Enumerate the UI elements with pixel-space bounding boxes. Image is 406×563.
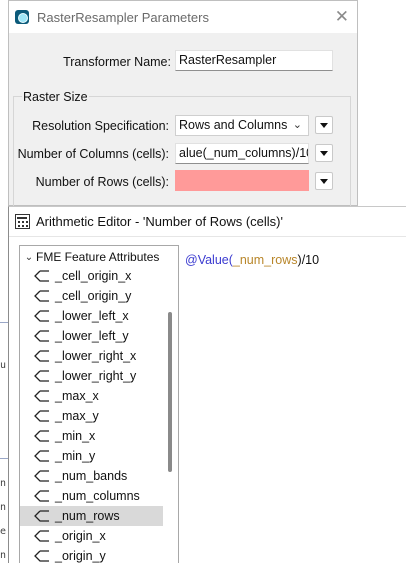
- transformer-name-label: Transformer Name:: [63, 55, 171, 69]
- num-rows-menu-button[interactable]: [315, 172, 333, 190]
- background-editor-strip: u n n e n: [0, 0, 8, 563]
- attribute-item[interactable]: _cell_origin_y: [20, 286, 163, 306]
- arithmetic-editor-title: Arithmetic Editor - 'Number of Rows (cel…: [36, 214, 283, 229]
- chevron-down-icon: ⌄: [292, 119, 302, 131]
- attribute-label: _max_y: [55, 409, 99, 423]
- expression-function: @Value(: [185, 253, 233, 267]
- resolution-spec-select[interactable]: Rows and Columns ⌄: [175, 115, 309, 136]
- attribute-label: _max_x: [55, 389, 99, 403]
- attribute-item[interactable]: _min_x: [20, 426, 163, 446]
- background-text-fragment: u: [0, 360, 7, 371]
- attribute-icon: [34, 270, 50, 282]
- parameters-dialog: RasterResampler Parameters ✕ Transformer…: [8, 0, 358, 206]
- attribute-icon: [34, 490, 50, 502]
- background-text-fragment: n: [0, 502, 7, 513]
- resolution-spec-menu-button[interactable]: [315, 116, 333, 134]
- close-icon[interactable]: ✕: [335, 7, 349, 27]
- attribute-label: _num_columns: [55, 489, 140, 503]
- attribute-icon: [34, 290, 50, 302]
- attribute-icon: [34, 410, 50, 422]
- attribute-item[interactable]: _origin_y: [20, 546, 163, 563]
- attribute-icon: [34, 450, 50, 462]
- attribute-icon: [34, 530, 50, 542]
- background-text-fragment: n: [0, 478, 7, 489]
- num-columns-label: Number of Columns (cells):: [17, 147, 169, 161]
- resolution-spec-value: Rows and Columns: [179, 118, 288, 132]
- num-columns-menu-button[interactable]: [315, 144, 333, 162]
- arithmetic-editor-titlebar: Arithmetic Editor - 'Number of Rows (cel…: [9, 207, 406, 237]
- fme-app-icon: [15, 10, 29, 24]
- attribute-icon: [34, 390, 50, 402]
- attribute-icon: [34, 510, 50, 522]
- num-rows-input[interactable]: [175, 170, 309, 191]
- parameters-dialog-title: RasterResampler Parameters: [37, 9, 209, 25]
- num-rows-label: Number of Rows (cells):: [35, 175, 169, 189]
- tree-scrollbar[interactable]: [168, 312, 172, 472]
- attribute-label: _lower_right_x: [55, 349, 137, 363]
- attribute-tree-panel: ⌄ FME Feature Attributes _cell_origin_x _…: [19, 245, 179, 563]
- attribute-item[interactable]: _origin_x: [20, 526, 163, 546]
- attribute-label: _lower_left_x: [55, 309, 129, 323]
- attribute-icon: [34, 330, 50, 342]
- background-text-fragment: e: [0, 526, 7, 537]
- expression-operator: )/10: [297, 253, 320, 267]
- attribute-label: _origin_y: [55, 549, 106, 563]
- attribute-item[interactable]: _cell_origin_x: [20, 266, 163, 286]
- attribute-item[interactable]: _lower_left_x: [20, 306, 163, 326]
- attribute-item[interactable]: _num_rows: [20, 506, 163, 526]
- attribute-label: _min_x: [55, 429, 96, 443]
- expression-attribute: _num_rows: [232, 253, 298, 267]
- calculator-icon: [15, 214, 30, 229]
- arithmetic-editor-dialog: Arithmetic Editor - 'Number of Rows (cel…: [8, 206, 406, 563]
- attribute-item[interactable]: _lower_right_x: [20, 346, 163, 366]
- attribute-label: _num_rows: [55, 509, 120, 523]
- chevron-down-icon[interactable]: ⌄: [22, 252, 36, 263]
- expression-editor[interactable]: @Value(_num_rows)/10: [185, 253, 319, 267]
- attribute-label: _cell_origin_x: [55, 269, 132, 283]
- transformer-name-input[interactable]: RasterResampler: [175, 50, 333, 71]
- attribute-icon: [34, 550, 50, 562]
- num-columns-input[interactable]: alue(_num_columns)/10: [175, 143, 309, 164]
- attribute-list: _cell_origin_x _cell_origin_y _lower_left_…: [20, 266, 163, 563]
- attribute-item[interactable]: _lower_right_y: [20, 366, 163, 386]
- attribute-item[interactable]: _lower_left_y: [20, 326, 163, 346]
- attribute-icon: [34, 350, 50, 362]
- attribute-icon: [34, 370, 50, 382]
- attribute-label: _num_bands: [55, 469, 128, 483]
- parameters-titlebar: RasterResampler Parameters: [9, 1, 357, 33]
- background-text-fragment: n: [0, 550, 7, 561]
- attribute-item[interactable]: _min_y: [20, 446, 163, 466]
- attribute-label: _origin_x: [55, 529, 106, 543]
- resolution-spec-label: Resolution Specification:: [32, 119, 169, 133]
- attribute-label: _cell_origin_y: [55, 289, 132, 303]
- attribute-item[interactable]: _max_y: [20, 406, 163, 426]
- attribute-label: _lower_left_y: [55, 329, 129, 343]
- attribute-item[interactable]: _num_columns: [20, 486, 163, 506]
- tree-header-label: FME Feature Attributes: [36, 250, 160, 264]
- attribute-icon: [34, 310, 50, 322]
- attribute-icon: [34, 430, 50, 442]
- attribute-item[interactable]: _num_bands: [20, 466, 163, 486]
- attribute-label: _lower_right_y: [55, 369, 137, 383]
- attribute-label: _min_y: [55, 449, 96, 463]
- attribute-item[interactable]: _max_x: [20, 386, 163, 406]
- tree-header[interactable]: ⌄ FME Feature Attributes: [20, 248, 160, 266]
- raster-size-group-title: Raster Size: [22, 90, 89, 104]
- background-divider: [0, 322, 8, 323]
- attribute-icon: [34, 470, 50, 482]
- background-divider: [0, 458, 8, 459]
